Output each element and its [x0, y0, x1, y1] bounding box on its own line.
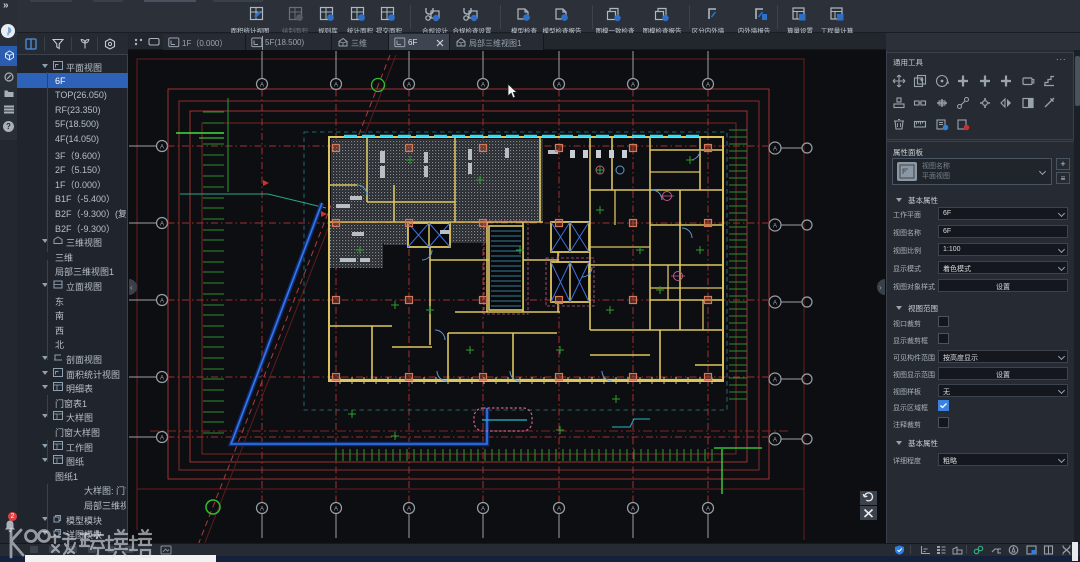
svg-text:‹: ‹	[130, 283, 133, 292]
svg-text:A: A	[260, 83, 264, 89]
svg-text:A: A	[773, 224, 777, 230]
svg-text:›: ›	[879, 283, 882, 292]
svg-text:A: A	[557, 83, 561, 89]
svg-text:A: A	[773, 301, 777, 307]
svg-text:A: A	[160, 222, 164, 228]
svg-text:A: A	[407, 507, 411, 513]
svg-text:A: A	[160, 436, 164, 442]
svg-text:A: A	[631, 83, 635, 89]
svg-text:A: A	[706, 83, 710, 89]
svg-text:A: A	[160, 376, 164, 382]
svg-text:A: A	[631, 507, 635, 513]
svg-text:A: A	[557, 507, 561, 513]
svg-text:A: A	[260, 507, 264, 513]
svg-text:A: A	[407, 83, 411, 89]
svg-text:A: A	[481, 507, 485, 513]
svg-text:A: A	[773, 378, 777, 384]
svg-text:A: A	[481, 83, 485, 89]
svg-text:A: A	[334, 83, 338, 89]
svg-text:A: A	[160, 299, 164, 305]
svg-text:A: A	[773, 147, 777, 153]
svg-text:A: A	[773, 438, 777, 444]
svg-text:A: A	[334, 507, 338, 513]
svg-text:A: A	[706, 507, 710, 513]
svg-text:A: A	[160, 145, 164, 151]
